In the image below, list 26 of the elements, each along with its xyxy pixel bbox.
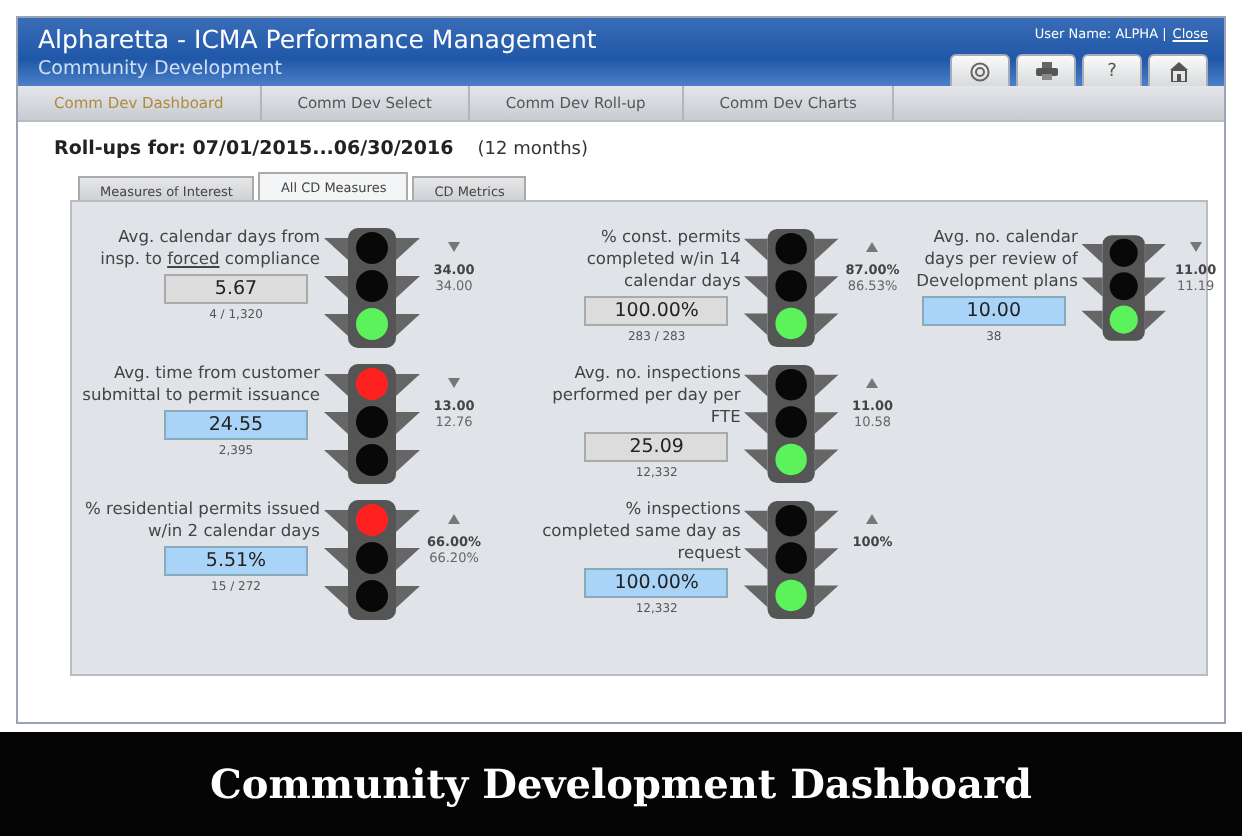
target-button[interactable] [950,54,1010,86]
measure-value: 24.55 [164,410,308,440]
home-icon [1169,61,1187,81]
measure-label: % residential permits issued w/in 2 calendar days [82,498,320,542]
measure-value: 5.67 [164,274,308,304]
measure-value: 100.00% [584,296,729,326]
measure-label: Avg. no. inspections performed per day per FTE [550,362,741,428]
rollup-range: Roll-ups for: 07/01/2015...06/30/2016 [54,138,454,160]
target-icon [970,61,990,81]
measure-label: Avg. no. calendar days per review of Development plans [914,226,1078,292]
caption-title: Community Development Dashboard [210,760,1032,808]
measure-label: % inspections completed same day as request [540,498,741,564]
rollup-period: (12 months) [477,139,588,159]
measure-label: Avg. time from customer submittal to permit issuance [80,362,320,406]
measure-label: % const. permits completed w/in 14 calendar days [584,226,741,292]
help-button[interactable]: ? [1082,54,1142,86]
home-button[interactable] [1148,54,1208,86]
printer-icon [1035,62,1057,80]
app-subtitle: Community Development [38,58,284,80]
print-button[interactable] [1016,54,1076,86]
measure-value: 10.00 [921,296,1066,326]
app-title: Alpharetta - ICMA Performance Management [38,24,597,54]
measure-value: 100.00% [584,568,729,598]
measure-label: Avg. calendar days from insp. to forced compliance [98,226,320,270]
measure-value: 25.09 [584,432,729,462]
measure-value: 5.51% [164,546,308,576]
